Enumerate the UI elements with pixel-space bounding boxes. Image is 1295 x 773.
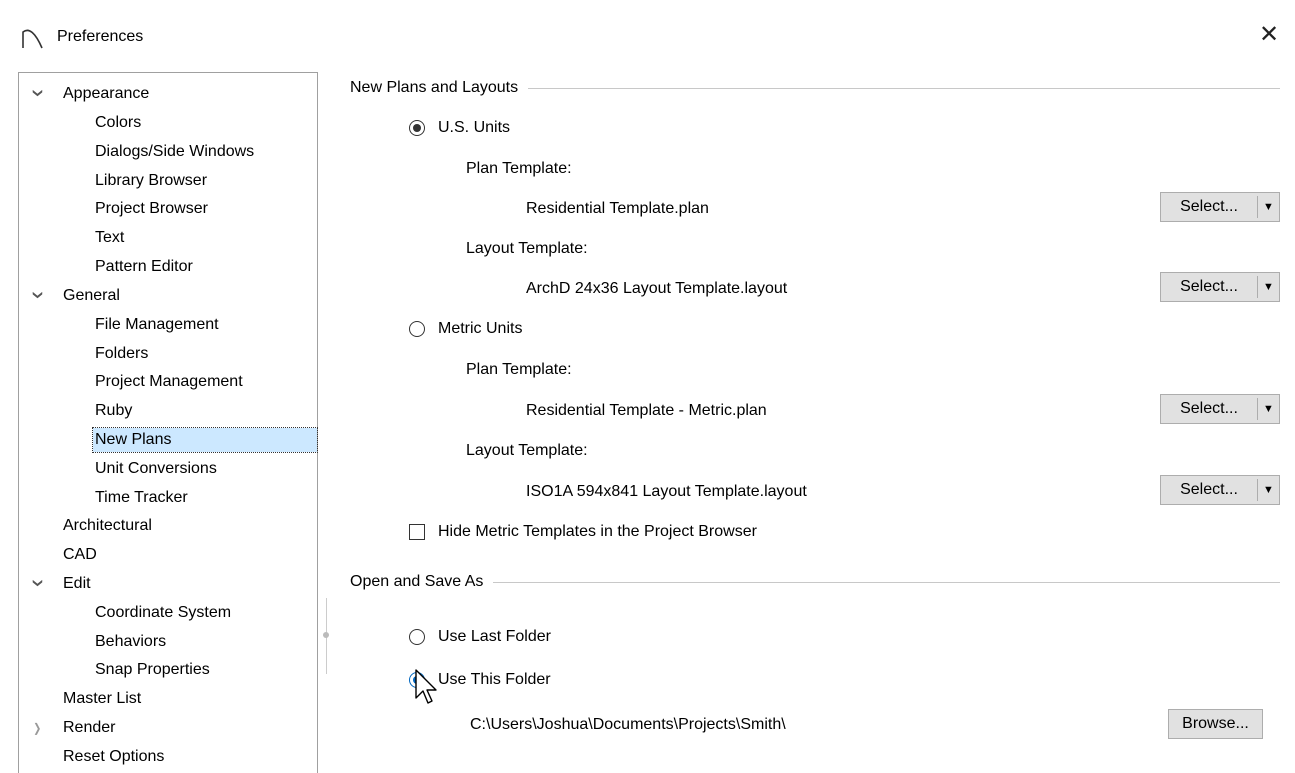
folder-path: C:\Users\Joshua\Documents\Projects\Smith… [470,716,786,733]
metric-layout-template-label: Layout Template: [466,442,588,459]
app-logo-icon [22,29,43,49]
dropdown-arrow-icon[interactable]: ▼ [1258,395,1279,423]
tree-item-coordinate-system[interactable]: Coordinate System [95,601,231,625]
select-button-label[interactable]: Select... [1161,273,1257,301]
tree-item-ruby[interactable]: Ruby [95,399,132,423]
use-this-folder-label[interactable]: Use This Folder [438,671,551,689]
splitter-grip-icon[interactable] [323,632,329,638]
us-plan-template-label: Plan Template: [466,160,572,177]
us-plan-template-value: Residential Template.plan [526,200,709,217]
metric-units-label[interactable]: Metric Units [438,320,522,338]
browse-button[interactable]: Browse... [1168,709,1263,739]
us-plan-select-button[interactable]: Select... ▼ [1160,192,1280,222]
tree-item-master-list[interactable]: Master List [63,687,141,711]
tree-item-new-plans[interactable]: New Plans [92,427,318,453]
category-tree[interactable]: ❯ Appearance Colors Dialogs/Side Windows… [18,72,318,773]
select-button-label[interactable]: Select... [1161,395,1257,423]
tree-item-colors[interactable]: Colors [95,111,141,135]
tree-item-text[interactable]: Text [95,226,124,250]
tree-item-pattern-editor[interactable]: Pattern Editor [95,255,193,279]
us-layout-select-button[interactable]: Select... ▼ [1160,272,1280,302]
us-layout-template-label: Layout Template: [466,240,588,257]
dropdown-arrow-icon[interactable]: ▼ [1258,476,1279,504]
chevron-down-icon[interactable]: ❯ [28,88,47,100]
tree-item-dialogs-side-windows[interactable]: Dialogs/Side Windows [95,140,254,164]
dropdown-arrow-icon[interactable]: ▼ [1258,193,1279,221]
tree-item-behaviors[interactable]: Behaviors [95,630,166,654]
group-title-open-save: Open and Save As [350,573,494,591]
tree-item-render[interactable]: Render [63,716,115,740]
tree-item-file-management[interactable]: File Management [95,313,219,337]
chevron-right-icon[interactable]: ❯ [33,716,43,740]
metric-layout-select-button[interactable]: Select... ▼ [1160,475,1280,505]
select-button-label[interactable]: Select... [1161,476,1257,504]
hide-metric-checkbox[interactable] [409,524,425,540]
metric-plan-template-label: Plan Template: [466,361,572,378]
select-button-label[interactable]: Select... [1161,193,1257,221]
tree-item-reset-options[interactable]: Reset Options [63,745,164,769]
tree-item-cad[interactable]: CAD [63,543,97,567]
close-icon[interactable]: ✕ [1256,22,1282,48]
window-title: Preferences [57,28,144,45]
chevron-down-icon[interactable]: ❯ [28,578,47,590]
metric-plan-select-button[interactable]: Select... ▼ [1160,394,1280,424]
tree-item-general[interactable]: General [63,284,120,308]
tree-item-edit[interactable]: Edit [63,572,91,596]
us-units-label[interactable]: U.S. Units [438,119,510,137]
tree-item-architectural[interactable]: Architectural [63,514,152,538]
tree-item-appearance[interactable]: Appearance [63,82,149,106]
chevron-down-icon[interactable]: ❯ [28,290,47,302]
use-last-folder-label[interactable]: Use Last Folder [438,628,551,646]
tree-item-project-management[interactable]: Project Management [95,370,243,394]
tree-item-unit-conversions[interactable]: Unit Conversions [95,457,217,481]
tree-item-time-tracker[interactable]: Time Tracker [95,486,188,510]
hide-metric-label[interactable]: Hide Metric Templates in the Project Bro… [438,523,757,541]
metric-units-radio[interactable] [409,321,425,337]
metric-plan-template-value: Residential Template - Metric.plan [526,402,767,419]
tree-item-folders[interactable]: Folders [95,342,148,366]
tree-item-library-browser[interactable]: Library Browser [95,169,207,193]
us-units-radio[interactable] [409,120,425,136]
mouse-pointer-icon [415,669,437,704]
metric-layout-template-value: ISO1A 594x841 Layout Template.layout [526,483,807,500]
title-bar: Preferences ✕ [0,0,1295,68]
us-layout-template-value: ArchD 24x36 Layout Template.layout [526,280,788,297]
tree-item-project-browser[interactable]: Project Browser [95,197,208,221]
use-last-folder-radio[interactable] [409,629,425,645]
dropdown-arrow-icon[interactable]: ▼ [1258,273,1279,301]
tree-item-snap-properties[interactable]: Snap Properties [95,658,210,682]
group-title-new-plans: New Plans and Layouts [350,79,529,97]
